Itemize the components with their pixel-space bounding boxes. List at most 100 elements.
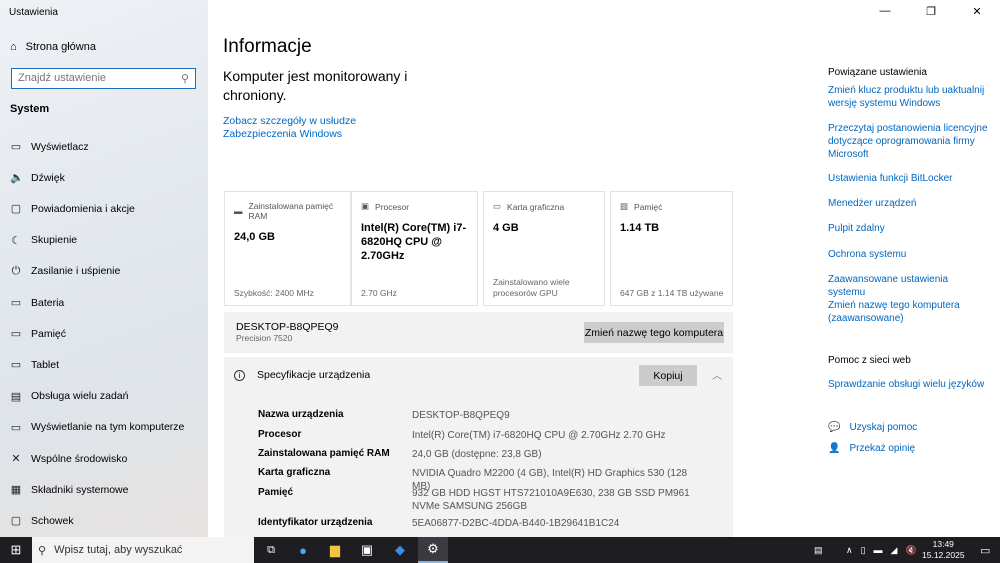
sidebar-item-icon: ✕ [11,453,21,465]
sidebar-item[interactable]: ▦ Składniki systemowe [10,483,129,497]
settings-gear-icon[interactable]: ⚙ [418,537,448,563]
spec-row: Identyfikator urządzenia 5EA06877-D2BC-4D… [258,517,702,530]
section-heading: System [10,103,50,115]
spec-value: 24,0 GB (dostępne: 23,8 GB) [412,449,542,460]
sidebar: Ustawienia ⌂ Strona główna Znajdź ustawie… [0,0,208,537]
file-explorer-icon[interactable]: ▆ [320,537,350,563]
sidebar-item-icon: ▢ [10,515,22,528]
spec-key: Pamięć [258,487,294,498]
sidebar-item-icon: ▭ [10,359,22,372]
feedback-link[interactable]: Przekaż opinię [849,442,915,455]
sidebar-item[interactable]: ▤ Obsługa wielu zadań [10,390,129,403]
collapse-chevron-icon[interactable]: ︿ [712,367,722,382]
sidebar-item[interactable]: ▭ Wyświetlacz [10,140,89,154]
chevron-up-icon[interactable]: ∧ [846,545,853,556]
volume-muted-icon[interactable]: 🔇 [905,545,916,556]
card-value: Intel(R) Core(TM) i7-6820HQ CPU @ 2.70GH… [361,222,467,262]
card-label: Procesor [375,201,410,212]
sidebar-item[interactable]: ▢ Powiadomienia i akcje [10,202,135,216]
help-icon: 💬 [828,422,841,433]
sidebar-item[interactable]: ▭ Wyświetlanie na tym komputerze [10,421,185,434]
card-icon: ▭ [493,201,502,211]
sidebar-item-icon: ☾ [11,234,21,247]
task-view-icon[interactable]: ⧉ [256,537,286,563]
settings-search-input[interactable]: Znajdź ustawienie ⚲ [11,68,196,89]
spec-card: ▣ Procesor Intel(R) Core(TM) i7-6820HQ CPU… [351,191,478,306]
notifications-icon[interactable]: ▭ [980,537,990,563]
taskbar-search-placeholder: Wpisz tutaj, aby wyszukać [54,544,183,556]
usb-icon[interactable]: ▯ [861,545,866,556]
sidebar-item[interactable]: ▭ Tablet [10,358,59,372]
sidebar-item-icon: ▭ [10,297,22,309]
feedback-icon: 👤 [828,443,841,454]
help-link[interactable]: Sprawdzanie obsługi wielu języków [828,378,988,391]
device-specs-panel: i Specyfikacje urządzenia Kopiuj ︿ Nazwa … [224,357,733,537]
help-title: Pomoc z sieci web [828,355,911,366]
related-link[interactable]: Pulpit zdalny [828,222,988,235]
spec-row: Nazwa urządzenia DESKTOP-B8QPEQ9 [258,409,702,422]
card-sub: Zainstalowano wiele procesorów GPU [493,277,570,298]
copy-button[interactable]: Kopiuj [639,365,697,386]
wifi-icon[interactable]: ◢ [891,545,898,556]
card-label: Pamięć [634,201,663,212]
spec-value: Intel(R) Core(TM) i7-6820HQ CPU @ 2.70GH… [412,430,666,441]
keyboard-icon[interactable]: ▤ [814,537,823,563]
sidebar-item[interactable]: ✕ Wspólne środowisko [10,452,127,466]
spec-value: 932 GB HDD HGST HTS721010A9E630, 238 GB … [412,488,690,512]
sidebar-item-label: Pamięć [31,327,67,340]
spec-key: Procesor [258,429,302,440]
sidebar-item-label: Obsługa wielu zadań [31,390,129,403]
outlook-icon[interactable]: ◆ [385,537,415,563]
sidebar-item-label: Dźwięk [31,171,65,184]
card-sub: Szybkość: 2400 MHz [234,288,314,298]
sidebar-item-icon: ▢ [10,203,22,216]
spec-key: Identyfikator urządzenia [258,517,373,528]
edge-icon[interactable]: ● [288,537,318,563]
related-link[interactable]: Ochrona systemu [828,248,988,261]
card-sub: 2.70 GHz [361,288,397,298]
time: 13:49 [932,539,954,549]
protection-status: Komputer jest monitorowany i chroniony. [223,68,408,103]
sidebar-item[interactable]: 🔈 Dźwięk [10,171,65,185]
maximize-button[interactable]: ❐ [908,0,954,22]
home-label: Strona główna [25,41,96,53]
spec-key: Nazwa urządzenia [258,409,344,420]
sidebar-item-label: Wyświetlacz [31,140,89,153]
spec-card: ▬ Zainstalowana pamięć RAM 24,0 GB Szybkość… [224,191,351,306]
card-value: 24,0 GB [234,231,275,243]
sidebar-item-icon: ▤ [10,390,22,403]
store-icon[interactable]: ▣ [352,537,382,563]
related-link[interactable]: Zaawansowane ustawienia systemu [828,273,988,299]
spec-card: ▭ Karta graficzna 4 GB Zainstalowano wiele … [483,191,605,306]
security-details-link[interactable]: Zobacz szczegóły w usłudze Zabezpieczeni… [223,115,423,141]
sidebar-item[interactable]: ▭ Bateria [10,296,65,310]
sidebar-item-label: Zasilanie i uśpienie [31,265,121,278]
related-link[interactable]: Ustawienia funkcji BitLocker [828,172,988,185]
battery-icon[interactable]: ▬ [874,545,883,555]
start-windows-icon[interactable]: ⊞ [1,537,31,563]
related-link[interactable]: Zmień klucz produktu lub uaktualnij wers… [828,84,988,110]
get-help-link[interactable]: Uzyskaj pomoc [849,421,917,434]
sidebar-item[interactable]: ⏻ Zasilanie i uśpienie [10,265,121,278]
sidebar-item-label: Składniki systemowe [31,483,129,496]
minimize-button[interactable]: — [862,0,908,22]
close-button[interactable]: ✕ [954,0,1000,22]
taskbar-search-input[interactable]: ⚲ Wpisz tutaj, aby wyszukać [32,537,254,563]
sidebar-item[interactable]: ▢ Schowek [10,514,74,528]
spec-value: 5EA06877-D2BC-4DDA-B440-1B29641B1C24 [412,518,620,529]
related-link[interactable]: Przeczytaj postanowienia licencyjne doty… [828,122,988,161]
main-content: Informacje Komputer jest monitorowany i … [208,0,808,537]
sidebar-item-label: Skupienie [31,234,78,247]
clock[interactable]: 13:49 15.12.2025 [922,537,965,563]
sidebar-item-icon: ▭ [10,328,22,341]
card-icon: ▨ [620,201,629,211]
sidebar-item[interactable]: ☾ Skupienie [10,234,77,247]
taskbar: ⊞ ⚲ Wpisz tutaj, aby wyszukać ⧉ ● ▆ ▣ ◆ ⚙… [0,537,1000,563]
sidebar-item-label: Bateria [31,296,65,309]
related-link[interactable]: Zmień nazwę tego komputera (zaawansowane… [828,299,988,325]
search-icon: ⚲ [38,544,47,557]
rename-pc-button[interactable]: Zmień nazwę tego komputera [584,322,724,343]
home-link[interactable]: ⌂ Strona główna [10,41,96,53]
related-link[interactable]: Menedżer urządzeń [828,197,988,210]
sidebar-item[interactable]: ▭ Pamięć [10,327,67,341]
